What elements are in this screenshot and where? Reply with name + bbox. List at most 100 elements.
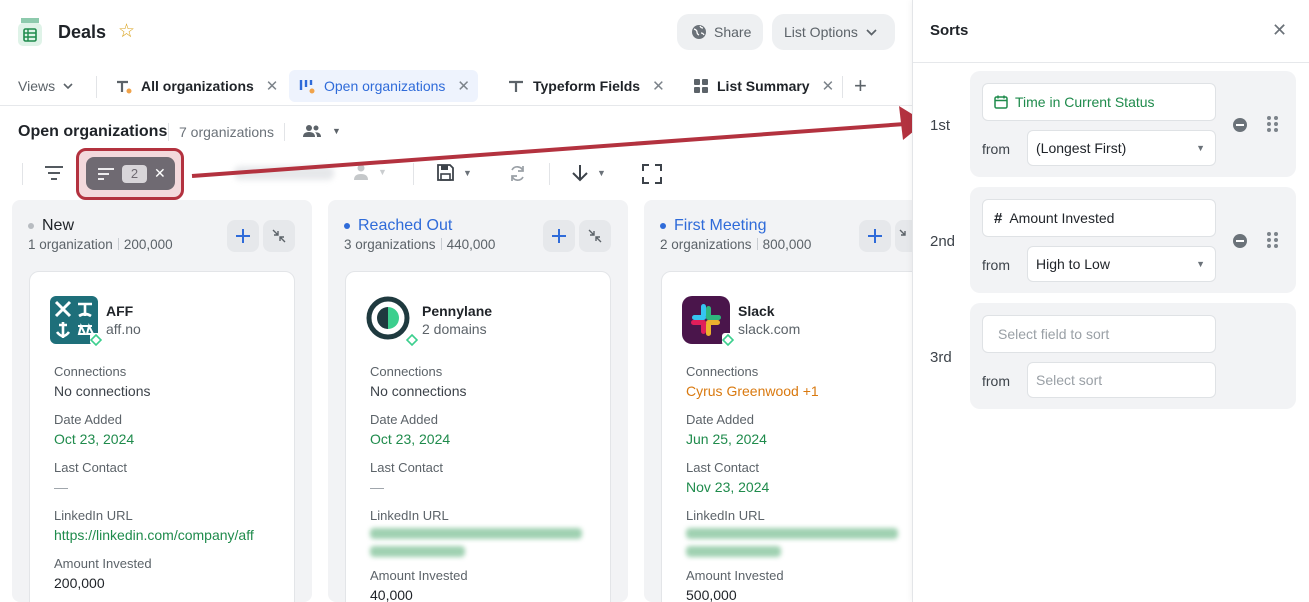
add-card-button[interactable] [227,220,259,252]
list-options-label: List Options [784,24,858,40]
linkedin-url-link[interactable]: https://linkedin.com/company/aff [54,527,254,543]
record-name: Slack [738,303,775,319]
field-label: Amount Invested [686,568,784,583]
divider [168,123,169,141]
list-count: 7 organizations [179,124,274,140]
close-tab-icon[interactable]: ✕ [266,77,279,95]
from-label: from [982,257,1010,273]
table-view-icon [114,76,134,96]
column-amount: 440,000 [446,237,496,252]
export-button[interactable]: ▼ [571,163,606,183]
sort-rule-3: Select field to sort from Select sort [970,303,1296,409]
collapse-column-button[interactable] [895,220,912,252]
caret-down-icon: ▼ [1196,259,1205,269]
field-label: LinkedIn URL [686,508,765,523]
collapse-column-button[interactable] [263,220,295,252]
sort-field-select[interactable]: Select field to sort [982,315,1216,353]
hash-icon: # [994,209,1003,227]
members-dropdown[interactable]: ▼ [302,124,341,138]
column-summary: 3 organizations 440,000 [344,237,495,252]
field-value: — [370,479,384,495]
chevron-down-icon [63,83,73,89]
drag-handle-icon[interactable] [1267,232,1278,248]
tab-all-organizations[interactable]: All organizations ✕ [106,70,286,102]
group-by-button[interactable]: ▼ [352,163,387,181]
tab-typeform-fields[interactable]: Typeform Fields ✕ [498,70,673,102]
fullscreen-icon[interactable] [642,164,662,184]
refresh-icon[interactable] [508,164,527,183]
filter-icon[interactable] [44,165,64,181]
blurred-linkedin-url [370,528,582,539]
close-panel-icon[interactable]: ✕ [1272,20,1287,41]
collapse-column-button[interactable] [579,220,611,252]
person-icon [354,164,368,180]
sort-field-select[interactable]: Time in Current Status [982,83,1216,121]
sort-direction-select[interactable]: High to Low ▼ [1027,246,1216,282]
record-card[interactable]: Pennylane 2 domains Connections No connecti… [345,271,611,602]
list-options-button[interactable]: List Options [772,14,895,50]
record-card[interactable]: AFF aff.no Connections No connections Date A… [29,271,295,602]
kanban-column-reached-out: Reached Out 3 organizations 440,000 Pennyla… [328,200,628,602]
sort-direction-select[interactable]: Select sort [1027,362,1216,398]
blurred-linkedin-url [686,528,898,539]
drag-handle-icon[interactable] [1267,116,1278,132]
field-value: Nov 23, 2024 [686,479,770,495]
views-dropdown[interactable]: Views [18,78,73,94]
share-label: Share [714,24,752,40]
arrow-down-icon [572,165,588,182]
column-amount: 200,000 [123,237,173,252]
remove-sort-icon[interactable] [1233,118,1247,132]
from-label: from [982,141,1010,157]
column-name: New [42,217,75,234]
sorts-panel: Sorts ✕ 1st Time in Current Status from … [912,0,1309,602]
column-title: First Meeting [660,217,766,235]
record-name: Pennylane [422,303,493,319]
divider [413,163,414,185]
add-card-button[interactable] [543,220,575,252]
globe-icon [692,25,706,39]
field-value: Oct 23, 2024 [54,431,135,447]
clear-sorts-icon[interactable]: ✕ [154,165,166,182]
field-value[interactable]: Cyrus Greenwood +1 [686,383,819,399]
close-tab-icon[interactable]: ✕ [652,77,665,95]
record-card[interactable]: Slack slack.com Connections Cyrus Greenwood… [661,271,927,602]
plus-icon [236,229,250,243]
sort-direction-label: High to Low [1036,256,1110,272]
field-label: Connections [686,364,759,379]
sort-direction-select[interactable]: (Longest First) ▼ [1027,130,1216,166]
status-dot [28,223,34,229]
caret-down-icon: ▼ [332,126,341,136]
divider [284,123,285,141]
field-label: Connections [370,364,443,379]
list-title: Open organizations [18,123,168,140]
app-root: Deals ☆ Share List Options Views All org… [0,0,1309,602]
status-dot [344,223,350,229]
tab-open-organizations[interactable]: Open organizations ✕ [289,70,478,102]
sort-button[interactable]: 2 ✕ [86,157,175,190]
sort-direction-placeholder: Select sort [1036,372,1103,388]
save-view-button[interactable]: ▼ [436,163,472,182]
page-title: Deals [58,22,107,42]
sort-field-select[interactable]: # Amount Invested [982,199,1216,237]
field-value: No connections [370,383,467,399]
add-view-icon[interactable]: + [854,75,867,97]
remove-sort-icon[interactable] [1233,234,1247,248]
close-tab-icon[interactable]: ✕ [822,77,835,95]
share-button[interactable]: Share [677,14,763,50]
favorite-star-icon[interactable]: ☆ [118,22,135,42]
divider [913,62,1309,63]
column-name: First Meeting [674,217,767,234]
plus-icon [552,229,566,243]
field-label: Date Added [686,412,754,427]
people-icon [303,125,321,137]
enriched-badge-icon [405,333,419,347]
views-bar: Views All organizations ✕ Open organizat… [0,68,912,106]
column-summary: 1 organization 200,000 [28,237,173,252]
close-tab-icon[interactable]: ✕ [457,77,470,95]
tab-list-summary[interactable]: List Summary ✕ [684,70,842,102]
add-card-button[interactable] [859,220,891,252]
column-count: 3 organizations [344,237,436,252]
divider [22,163,23,185]
sort-count-badge: 2 [122,164,147,183]
divider [96,76,97,98]
